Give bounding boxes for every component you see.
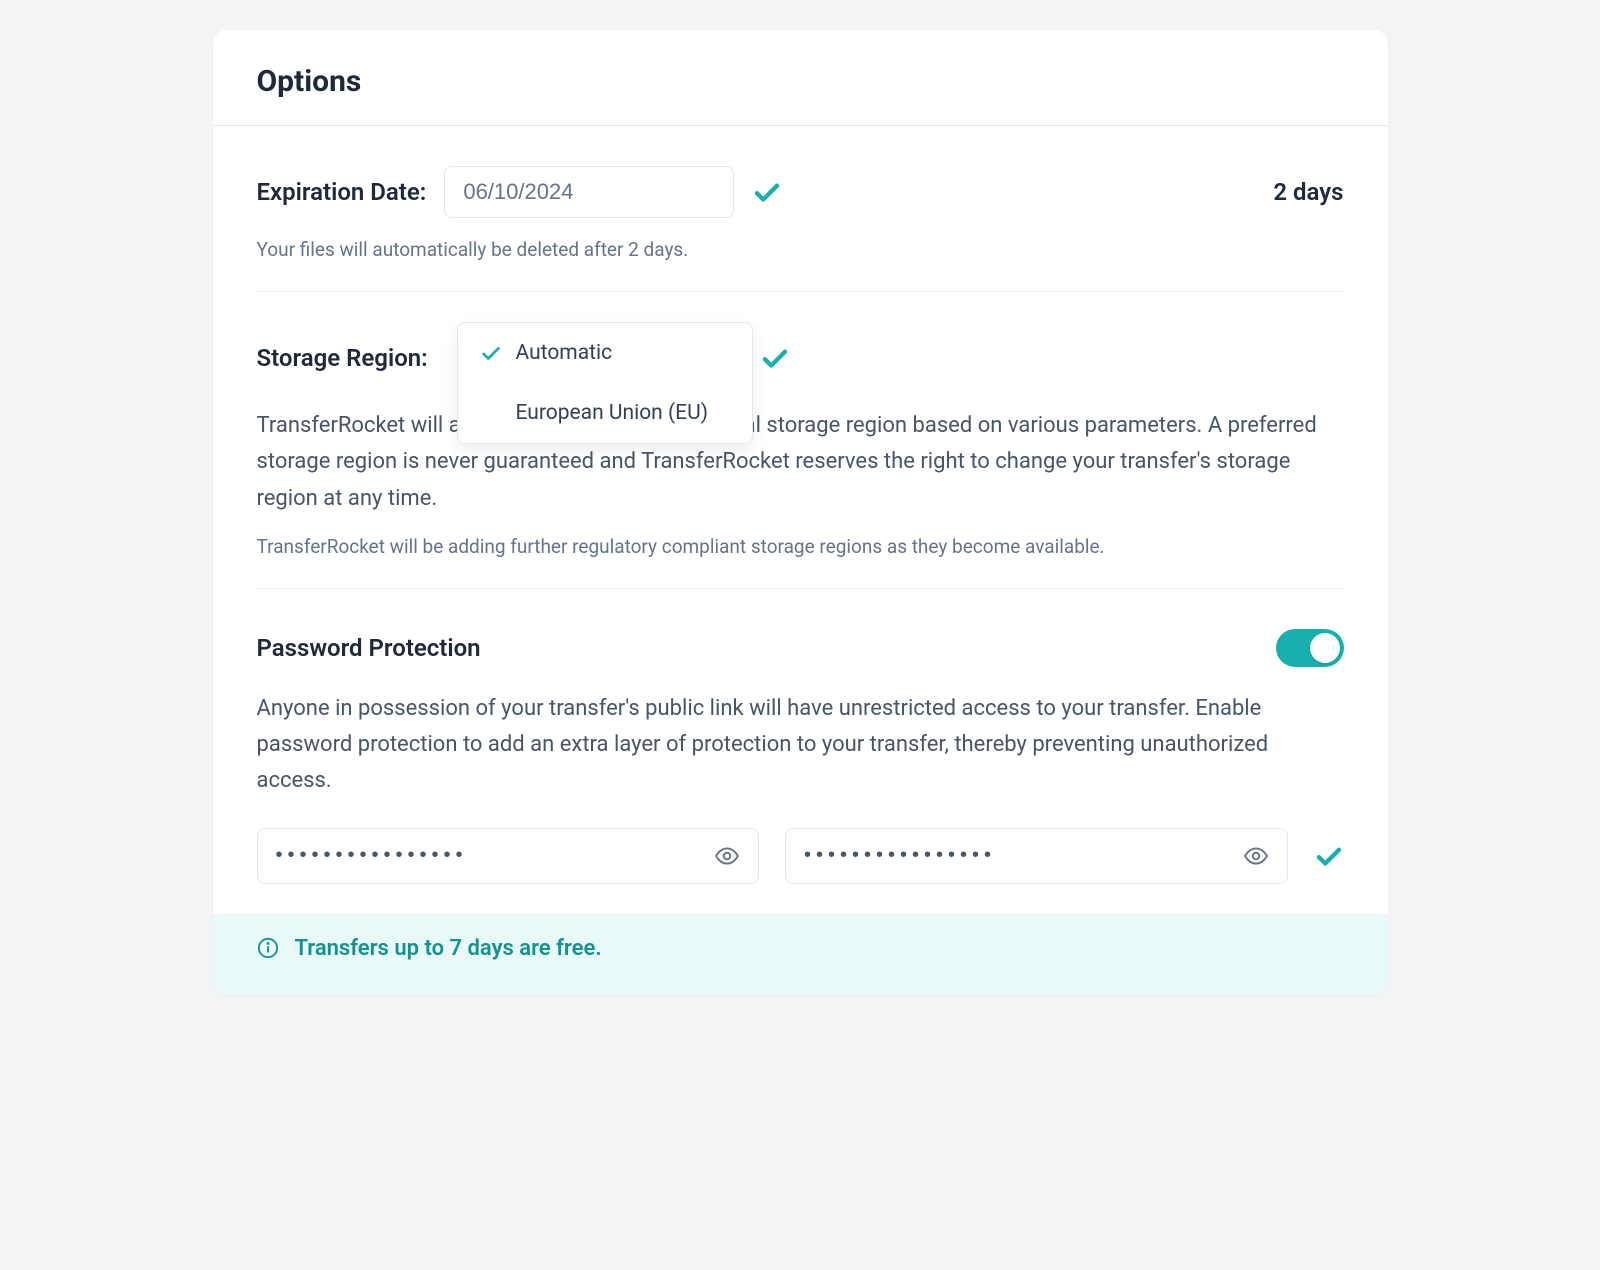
- page-title: Options: [257, 64, 1344, 99]
- region-option-automatic[interactable]: Automatic: [458, 323, 752, 383]
- storage-region-label: Storage Region:: [257, 344, 428, 372]
- password-field-2[interactable]: [785, 828, 1288, 884]
- password-inputs-row: [257, 828, 1344, 884]
- info-icon: [257, 937, 279, 959]
- region-option-label: European Union (EU): [516, 401, 709, 425]
- check-icon: [1314, 841, 1344, 871]
- expiration-duration: 2 days: [1273, 178, 1343, 206]
- eye-icon[interactable]: [1243, 843, 1269, 869]
- password-label: Password Protection: [257, 634, 481, 662]
- storage-region-desc: TransferRocket will automatically select…: [257, 408, 1344, 517]
- check-icon: [752, 177, 782, 207]
- expiration-hint: Your files will automatically be deleted…: [257, 238, 1344, 261]
- storage-region-dropdown[interactable]: Automatic European Union (EU): [457, 322, 753, 444]
- storage-region-subhint: TransferRocket will be adding further re…: [257, 535, 1344, 558]
- info-banner: Transfers up to 7 days are free.: [213, 914, 1388, 995]
- region-option-label: Automatic: [516, 341, 613, 365]
- check-icon: [760, 343, 790, 373]
- region-option-eu[interactable]: European Union (EU): [458, 383, 752, 443]
- toggle-knob: [1310, 633, 1340, 663]
- password-input-1[interactable]: [276, 844, 703, 867]
- expiration-row: Expiration Date: 2 days: [257, 166, 1344, 218]
- eye-icon[interactable]: [714, 843, 740, 869]
- storage-region-section: Storage Region: Automatic European Union…: [257, 292, 1344, 589]
- password-section: Password Protection Anyone in possession…: [257, 589, 1344, 914]
- password-toggle[interactable]: [1276, 629, 1344, 667]
- storage-region-row: Storage Region:: [257, 332, 1344, 384]
- password-header-row: Password Protection: [257, 629, 1344, 667]
- password-field-1[interactable]: [257, 828, 760, 884]
- expiration-section: Expiration Date: 2 days Your files will …: [257, 126, 1344, 292]
- expiration-date-input[interactable]: [444, 166, 734, 218]
- password-desc: Anyone in possession of your transfer's …: [257, 691, 1344, 800]
- check-icon: [480, 342, 502, 364]
- banner-text: Transfers up to 7 days are free.: [295, 936, 602, 961]
- options-card: Options Expiration Date: 2 days Your fil…: [213, 30, 1388, 995]
- password-input-2[interactable]: [804, 844, 1231, 867]
- expiration-label: Expiration Date:: [257, 178, 427, 206]
- card-header: Options: [213, 30, 1388, 126]
- card-body: Expiration Date: 2 days Your files will …: [213, 126, 1388, 914]
